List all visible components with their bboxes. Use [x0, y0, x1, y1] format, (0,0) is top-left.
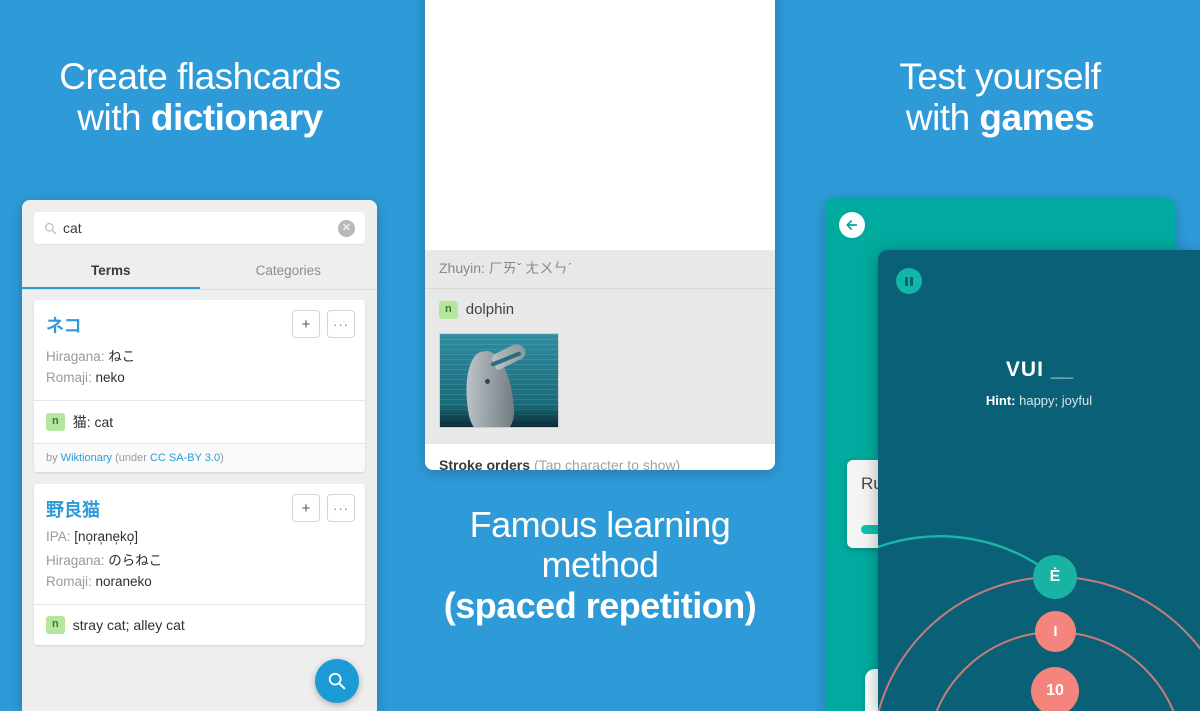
search-input[interactable]: cat ✕: [34, 212, 365, 244]
term-attribute-label: Romaji:: [46, 370, 96, 385]
term-attribute-label: Romaji:: [46, 574, 96, 589]
letter-bubble[interactable]: 10: [1031, 667, 1079, 711]
search-icon: [44, 222, 57, 235]
term-attribute-value: ねこ: [108, 349, 136, 364]
search-icon: [327, 671, 347, 691]
term-definition: n 猫: cat: [34, 400, 365, 443]
term-attribute-row: Hiragana: ねこ: [46, 345, 353, 365]
term-more-button[interactable]: ···: [327, 494, 355, 522]
term-attribute-label: Hiragana:: [46, 553, 109, 568]
dictionary-screen: cat ✕ Terms Categories ネコ Hiragana: ねこ R…: [22, 200, 377, 711]
term-attribute-value: [no̩ra̩ne̩ko̩]: [74, 529, 139, 544]
attribution-license-link[interactable]: CC SA-BY 3.0: [150, 452, 220, 464]
term-definition: n stray cat; alley cat: [34, 604, 365, 645]
part-of-speech-badge: n: [439, 301, 458, 319]
stroke-orders-section: Stroke orders (Tap character to show) 海豚: [425, 444, 775, 470]
term-attribute-row: Romaji: neko: [46, 370, 353, 385]
term-attribute-value: neko: [95, 370, 125, 385]
headline-right-line2-bold: games: [979, 97, 1095, 139]
search-fab-button[interactable]: [315, 659, 359, 703]
game-hint-value: happy; joyful: [1019, 393, 1093, 408]
term-attribute-row: Hiragana: のらねこ: [46, 549, 353, 569]
letter-bubble-label: Ė: [1049, 568, 1061, 585]
game-word-blank: __: [1050, 358, 1073, 381]
term-results-list: ネコ Hiragana: ねこ Romaji: neko + ··· n 猫: …: [22, 290, 377, 645]
headline-right: Test yourself with games: [840, 56, 1160, 139]
card-definition: n dolphin: [439, 301, 761, 319]
definition-text: stray cat; alley cat: [72, 616, 185, 633]
game-word-letters: VUI: [1005, 358, 1044, 381]
arrow-left-circle-icon: [845, 218, 859, 232]
attribution-mid: (under: [112, 452, 150, 464]
add-term-button[interactable]: +: [292, 310, 320, 338]
pause-icon: [905, 276, 908, 286]
headline-left-line1: Create flashcards: [59, 56, 341, 97]
game-hint-label: Hint:: [985, 393, 1016, 408]
letter-bubble-label: I: [1053, 623, 1058, 640]
attribution-prefix: by: [46, 452, 61, 464]
clear-search-icon[interactable]: ✕: [338, 219, 355, 237]
term-attribution: by Wiktionary (under CC SA-BY 3.0): [34, 443, 365, 472]
term-actions: + ···: [292, 494, 355, 522]
term-card[interactable]: 野良猫 IPA: [no̩ra̩ne̩ko̩] Hiragana: のらねこ R…: [34, 484, 365, 645]
pause-button[interactable]: [896, 268, 922, 294]
term-attribute-row: IPA: [no̩ra̩ne̩ko̩]: [46, 529, 353, 544]
definition-text: dolphin: [465, 301, 515, 319]
headline-mid-line2: method: [541, 544, 659, 586]
dictionary-tabs: Terms Categories: [22, 250, 377, 289]
headline-left: Create flashcards with dictionary: [10, 56, 390, 139]
add-term-button[interactable]: +: [292, 494, 320, 522]
game-hint: Hint: happy; joyful: [878, 393, 1200, 408]
flashcard-screen: Zhuyin: ㄏㄞˇ ㄤㄨㄣˊ n dolphin Stroke orders…: [425, 0, 775, 470]
term-attribute-label: IPA:: [46, 529, 75, 544]
term-more-button[interactable]: ···: [327, 310, 355, 338]
search-section: cat ✕: [22, 200, 377, 244]
term-card[interactable]: ネコ Hiragana: ねこ Romaji: neko + ··· n 猫: …: [34, 300, 365, 472]
term-header: ネコ Hiragana: ねこ Romaji: neko + ···: [34, 300, 365, 400]
stroke-orders-hint: (Tap character to show): [533, 456, 681, 470]
term-attribute-value: のらねこ: [108, 553, 163, 568]
term-attribute-value: noraneko: [95, 574, 152, 589]
term-attribute-label: Hiragana:: [46, 349, 109, 364]
tab-categories[interactable]: Categories: [200, 250, 378, 289]
promo-banner: Create flashcards with dictionary Test y…: [0, 0, 1200, 711]
dolphin-image[interactable]: [439, 332, 559, 428]
term-header: 野良猫 IPA: [no̩ra̩ne̩ko̩] Hiragana: のらねこ R…: [34, 484, 365, 604]
attribution-suffix: ): [220, 452, 224, 464]
part-of-speech-badge: n: [46, 413, 65, 431]
headline-mid-line1: Famous learning: [469, 504, 731, 545]
game-word-section: VUI __ Hint: happy; joyful: [878, 358, 1200, 408]
definition-block: n dolphin: [425, 289, 775, 444]
headline-middle: Famous learning method (spaced repetitio…: [402, 504, 798, 626]
part-of-speech-badge: n: [46, 616, 65, 634]
dolphin-eye-shape: [485, 378, 490, 384]
term-actions: + ···: [292, 310, 355, 338]
headline-right-line2-plain: with: [905, 97, 980, 139]
headline-right-line1: Test yourself: [899, 56, 1101, 97]
headline-mid-line3: (spaced repetition): [443, 584, 757, 626]
stroke-orders-label: Stroke orders: [439, 456, 531, 470]
attribution-source-link[interactable]: Wiktionary: [61, 452, 112, 464]
letter-bubble-label: 10: [1046, 682, 1064, 699]
letter-bubble[interactable]: Ė: [1033, 555, 1077, 599]
headline-left-line2-plain: with: [77, 97, 151, 139]
search-value: cat: [63, 220, 82, 236]
tab-terms[interactable]: Terms: [22, 250, 200, 289]
headline-left-line2-bold: dictionary: [150, 97, 323, 139]
zhuyin-row: Zhuyin: ㄏㄞˇ ㄤㄨㄣˊ: [425, 250, 775, 289]
stroke-orders-heading: Stroke orders (Tap character to show): [439, 457, 761, 470]
definition-text: 猫: cat: [72, 414, 114, 430]
pause-icon: [910, 276, 913, 286]
tab-active-indicator: [22, 286, 200, 289]
term-attribute-row: Romaji: noraneko: [46, 574, 353, 589]
back-button[interactable]: [839, 212, 865, 238]
game-word: VUI __: [878, 358, 1200, 382]
letter-bubble[interactable]: I: [1035, 611, 1076, 652]
